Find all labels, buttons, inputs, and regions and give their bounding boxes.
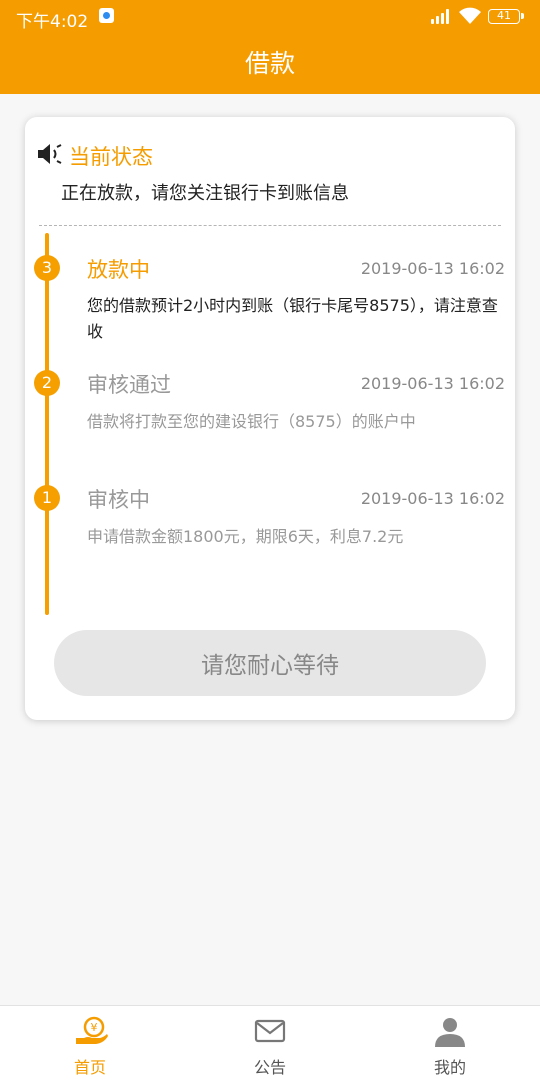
step-title: 审核通过 [87, 373, 171, 397]
nav-item-announcements[interactable]: 公告 [180, 1006, 360, 1080]
nav-label: 公告 [253, 1058, 286, 1077]
step-time: 2019-06-13 16:02 [360, 374, 505, 393]
step-title: 审核中 [87, 488, 150, 512]
step-time: 2019-06-13 16:02 [360, 489, 505, 508]
loan-status-card: 当前状态 正在放款，请您关注银行卡到账信息 3 放款中 2019-06-13 1… [25, 117, 515, 720]
app-header: 下午4:02 41 借款 [0, 0, 540, 94]
current-status-title: 当前状态 [69, 145, 153, 169]
nav-item-mine[interactable]: 我的 [360, 1006, 540, 1080]
nav-label: 我的 [433, 1058, 466, 1077]
step-number-badge: 2 [34, 370, 60, 396]
timeline-rail [45, 233, 49, 615]
please-wait-button[interactable]: 请您耐心等待 [54, 630, 486, 696]
step-number-badge: 3 [34, 255, 60, 281]
speaker-icon [38, 144, 62, 164]
step-description: 您的借款预计2小时内到账（银行卡尾号8575），请注意查收 [87, 296, 498, 341]
battery-icon: 41 [488, 9, 524, 24]
mail-icon [254, 1019, 286, 1043]
notification-icon [99, 8, 114, 23]
step-number-badge: 1 [34, 485, 60, 511]
signal-icon [431, 9, 451, 24]
step-time: 2019-06-13 16:02 [360, 259, 505, 278]
page-title: 借款 [244, 49, 295, 78]
current-status-message: 正在放款，请您关注银行卡到账信息 [61, 183, 349, 204]
nav-item-home[interactable]: ¥ 首页 [0, 1006, 180, 1080]
nav-label: 首页 [73, 1058, 106, 1077]
bottom-nav: ¥ 首页 公告 我的 [0, 1005, 540, 1080]
step-description: 借款将打款至您的建设银行（8575）的账户中 [87, 412, 416, 431]
svg-text:¥: ¥ [91, 1021, 98, 1034]
status-bar: 下午4:02 41 [0, 0, 540, 34]
dashed-divider [39, 225, 501, 226]
user-icon [435, 1018, 465, 1047]
wifi-icon [459, 7, 481, 24]
step-title: 放款中 [87, 258, 150, 282]
status-time: 下午4:02 [16, 12, 89, 32]
home-loan-icon: ¥ [76, 1016, 108, 1044]
step-description: 申请借款金额1800元，期限6天，利息7.2元 [87, 527, 404, 546]
